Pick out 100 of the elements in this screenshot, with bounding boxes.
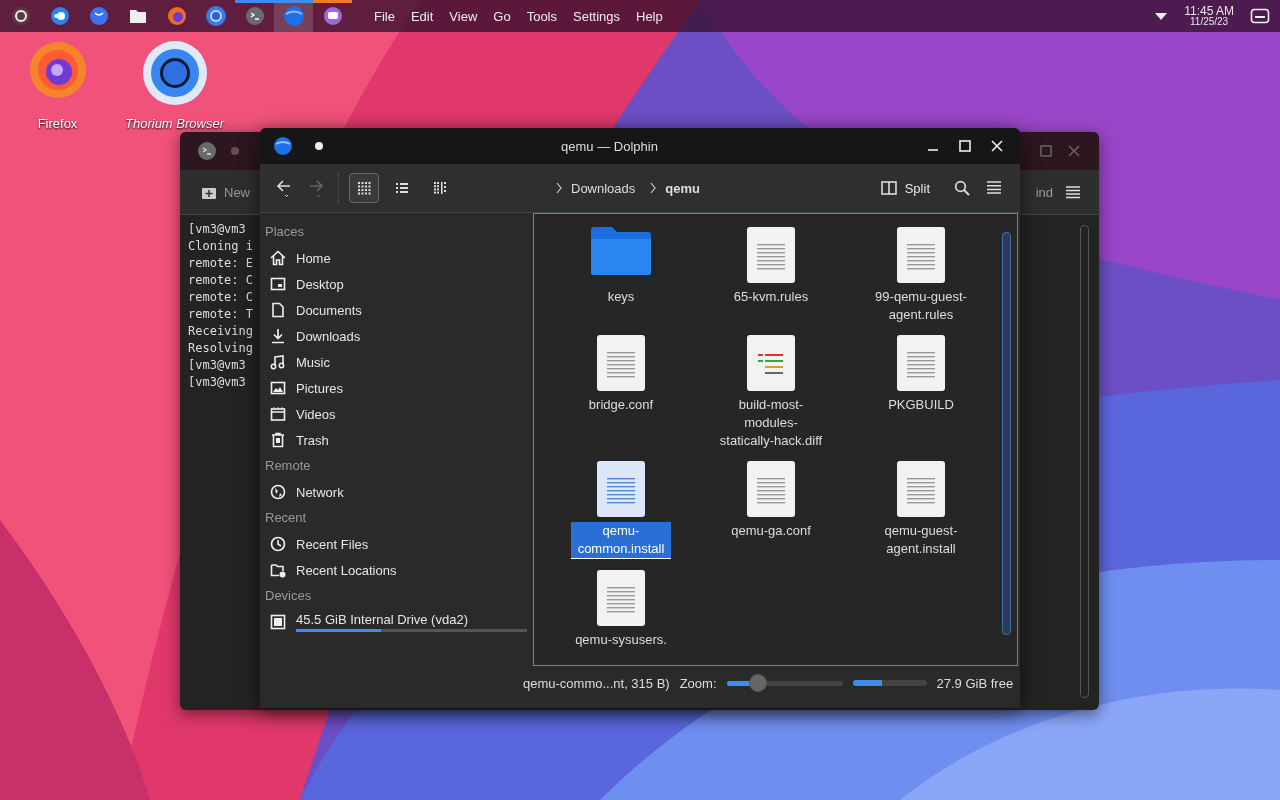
menu-icon[interactable] <box>1065 185 1081 199</box>
clock-date: 11/25/23 <box>1190 17 1229 27</box>
directory-entry[interactable]: qemu-sysusers. <box>546 569 696 665</box>
sidebar-item[interactable]: Pictures <box>265 375 527 401</box>
grid-icon <box>357 181 371 195</box>
clock-time: 11:45 AM <box>1184 5 1234 17</box>
directory-entry[interactable]: 65-kvm.rules <box>696 226 846 324</box>
sidebar-item-label: Recent Files <box>296 536 370 552</box>
file-name: PKGBUILD <box>887 396 955 414</box>
find-button[interactable]: ind <box>1035 184 1053 200</box>
menu-item[interactable]: Settings <box>565 8 628 24</box>
text-file-icon <box>896 334 946 392</box>
directory-entry[interactable]: qemu-guest-agent.install <box>846 460 996 559</box>
text-file-icon <box>896 460 946 518</box>
sidebar-item[interactable]: Music <box>265 349 527 375</box>
terminal-line: [vm3@vm3 <box>188 357 247 374</box>
scrollbar[interactable] <box>1002 232 1011 635</box>
file-name: qemu-guest-agent.install <box>883 522 959 558</box>
sidebar-item-label: Videos <box>296 406 337 422</box>
directory-entry[interactable]: build-most-modules-statically-hack.diff <box>696 334 846 450</box>
sidebar-item[interactable]: 45.5 GiB Internal Drive (vda2) <box>265 609 527 635</box>
diff-file-icon <box>746 334 796 392</box>
view-mode-button[interactable] <box>349 173 379 203</box>
chat-icon <box>322 6 343 26</box>
firefox-icon <box>166 6 187 26</box>
terminal-line: remote: T <box>188 306 255 323</box>
search-icon[interactable] <box>954 180 970 196</box>
sidebar-item-label: Documents <box>296 302 363 318</box>
menu-item[interactable]: File <box>366 8 403 24</box>
desktop-icon <box>270 276 286 292</box>
sidebar-item-label: Trash <box>296 432 330 448</box>
menu-item[interactable]: Go <box>485 8 519 24</box>
menu-item[interactable]: Help <box>628 8 671 24</box>
dropdown-arrow-icon[interactable] <box>1154 11 1169 21</box>
music-icon <box>270 354 286 370</box>
file-name: qemu-sysusers. <box>574 631 668 649</box>
pin-dot-icon[interactable] <box>315 142 323 150</box>
folder-icon <box>128 8 147 24</box>
terminal-line: Receiving <box>188 323 255 340</box>
sidebar-section-title: Recent <box>265 509 308 527</box>
terminal-line: remote: C <box>188 289 255 306</box>
picture-icon <box>270 380 286 396</box>
directory-entry[interactable]: bridge.conf <box>546 334 696 450</box>
file-name: qemu-ga.conf <box>730 522 812 540</box>
show-desktop-icon[interactable] <box>1250 8 1270 24</box>
folder-clock-icon <box>270 562 286 578</box>
drive-icon <box>270 614 286 630</box>
video-icon <box>270 406 286 422</box>
split-button[interactable]: Split <box>880 180 930 196</box>
forward-arrow-icon <box>308 178 324 198</box>
sidebar-item[interactable]: Videos <box>265 401 527 427</box>
text-file-icon <box>746 226 796 284</box>
browser-icon[interactable] <box>141 40 208 106</box>
new-tab-button[interactable]: New <box>202 184 250 200</box>
chevron-right-icon <box>649 182 658 194</box>
sidebar-section-title: Remote <box>265 457 312 475</box>
sidebar-item-label: Recent Locations <box>296 562 398 578</box>
terminal-line: [vm3@vm3 <box>188 221 247 238</box>
sidebar-item[interactable]: Desktop <box>265 271 527 297</box>
launcher-icon <box>10 6 31 26</box>
free-space-text: 27.9 GiB free <box>936 675 1014 691</box>
file-name: 99-qemu-guest-agent.rules <box>874 288 968 324</box>
breadcrumb-item[interactable]: Downloads <box>571 180 636 196</box>
sidebar-item[interactable]: Documents <box>265 297 527 323</box>
file-manager-icon <box>282 5 305 27</box>
directory-entry[interactable]: qemu-common.install <box>546 460 696 559</box>
menu-icon[interactable] <box>986 180 1002 196</box>
directory-entry[interactable]: keys <box>546 226 696 324</box>
menu-item[interactable]: View <box>441 8 486 24</box>
app-icon <box>88 6 109 26</box>
sidebar-item[interactable]: Downloads <box>265 323 527 349</box>
download-icon <box>270 328 286 344</box>
sidebar-item-label: Home <box>296 250 332 266</box>
terminal-icon <box>244 6 265 26</box>
text-file-icon <box>896 226 946 284</box>
breadcrumb-item[interactable]: qemu <box>665 180 700 196</box>
sidebar-item[interactable]: Trash <box>265 427 527 453</box>
scrollbar[interactable] <box>1080 225 1089 698</box>
sidebar-item[interactable]: Recent Files <box>265 531 527 557</box>
zoom-slider[interactable] <box>726 674 843 692</box>
document-icon <box>270 302 286 318</box>
sidebar-item[interactable]: Home <box>265 245 527 271</box>
directory-entry[interactable]: qemu-ga.conf <box>696 460 846 559</box>
globe-icon <box>270 484 286 500</box>
directory-entry[interactable]: 99-qemu-guest-agent.rules <box>846 226 996 324</box>
toggle-icon <box>49 6 70 26</box>
directory-entry[interactable]: PKGBUILD <box>846 334 996 450</box>
file-manager-icon <box>273 136 293 156</box>
menu-item[interactable]: Tools <box>518 8 565 24</box>
sidebar-item-label: Pictures <box>296 380 344 396</box>
text-file-icon <box>596 460 646 518</box>
sidebar-item[interactable]: Recent Locations <box>265 557 527 583</box>
text-file-icon <box>596 334 646 392</box>
pin-dot-icon[interactable] <box>231 147 239 155</box>
sidebar-item-label: 45.5 GiB Internal Drive (vda2) <box>296 612 469 627</box>
text-file-icon <box>746 460 796 518</box>
sidebar-item[interactable]: Network <box>265 479 527 505</box>
sidebar-section-title: Devices <box>265 587 313 605</box>
menu-item[interactable]: Edit <box>402 8 442 24</box>
slider-handle[interactable] <box>748 674 767 692</box>
